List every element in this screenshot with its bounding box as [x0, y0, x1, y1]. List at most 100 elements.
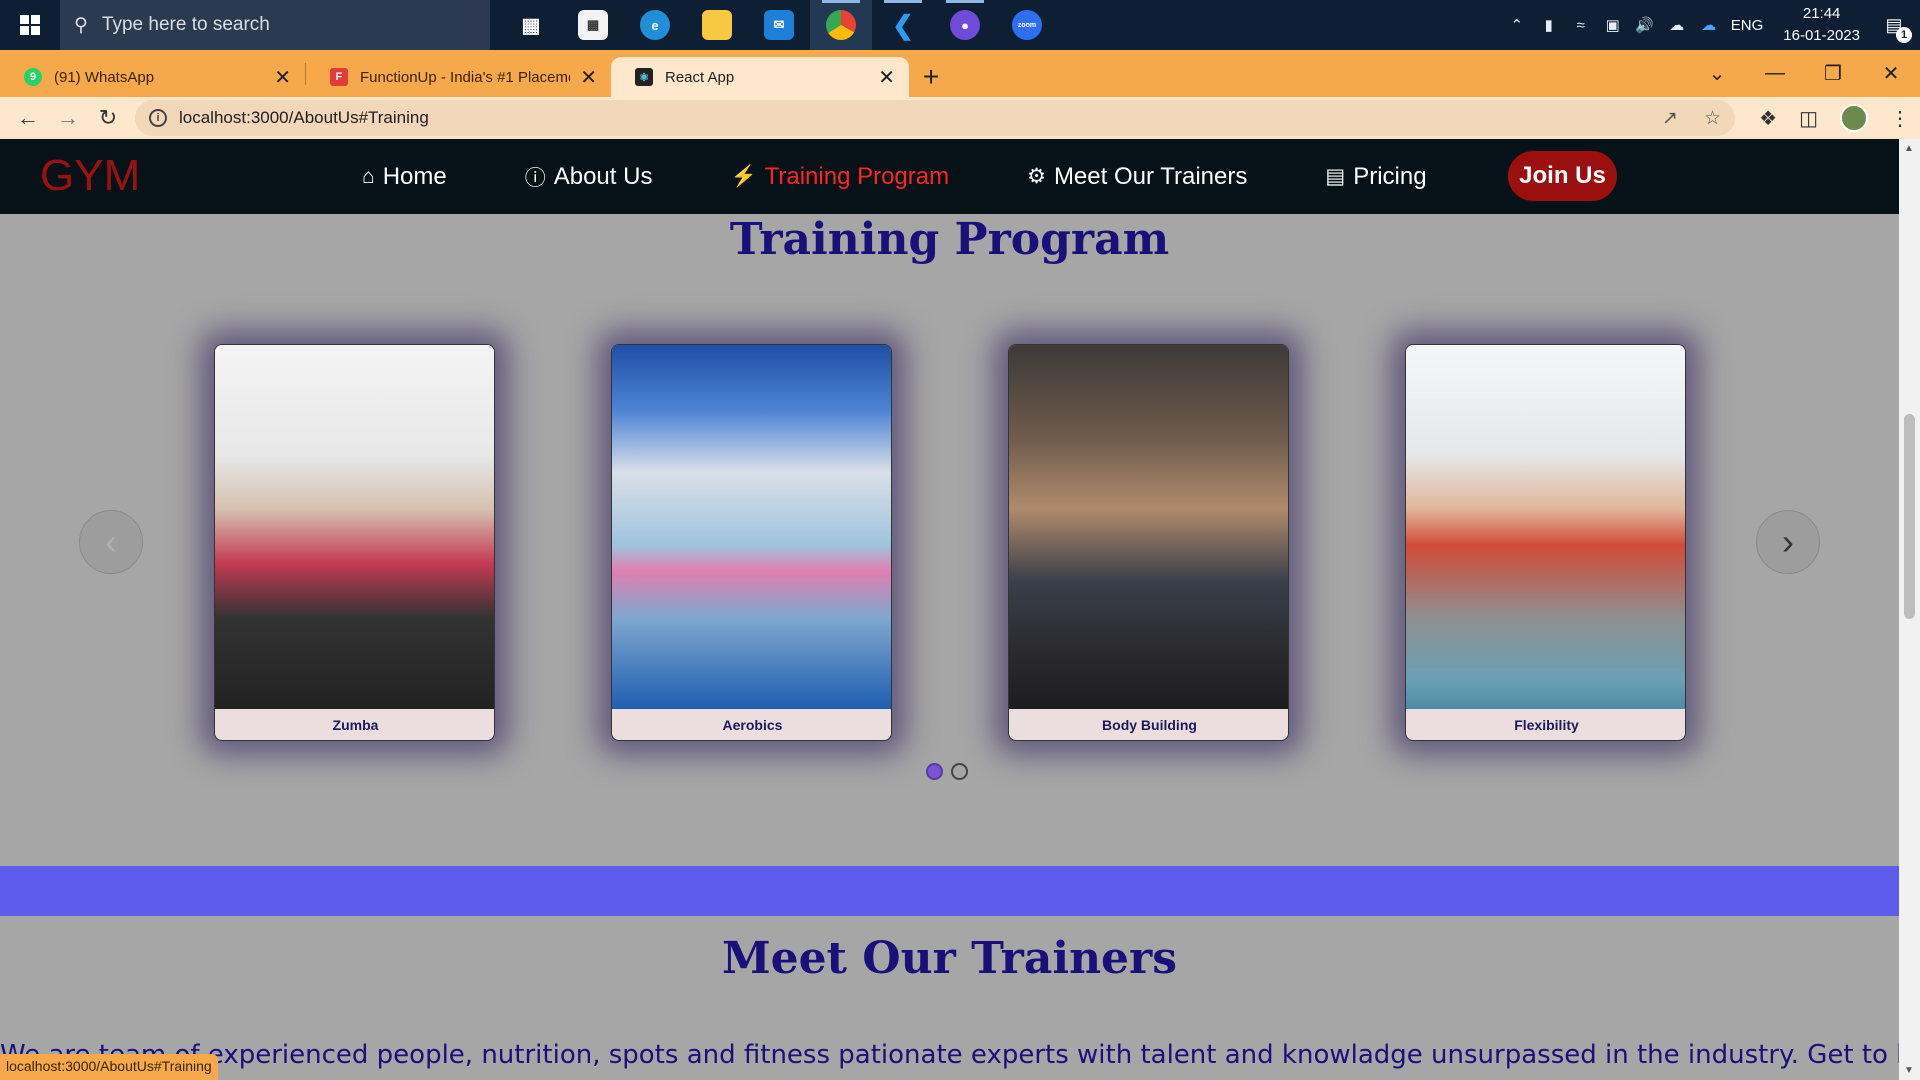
store-icon: ▦ — [578, 10, 608, 40]
nav-pricing[interactable]: ▤ Pricing — [1325, 163, 1426, 191]
zoom-icon: zoom — [1012, 10, 1042, 40]
onedrive-icon[interactable]: ☁ — [1667, 17, 1687, 34]
functionup-icon: F — [330, 68, 348, 86]
chrome-button[interactable] — [810, 0, 872, 50]
vscode-icon: ❮ — [892, 9, 914, 40]
new-tab-button[interactable]: + — [909, 57, 953, 97]
scroll-up-icon[interactable]: ▲ — [1904, 143, 1914, 154]
program-caption: Flexibility — [1514, 717, 1579, 733]
plus-icon: + — [922, 61, 940, 92]
trainers-description: We are team of experienced people, nutri… — [0, 1040, 1899, 1070]
nav-about-us[interactable]: ⓘ About Us — [525, 162, 653, 192]
browser-toolbar: ← → ↻ i localhost:3000/AboutUs#Training … — [0, 97, 1920, 139]
info-icon: ⓘ — [524, 166, 546, 190]
tab-search-icon[interactable]: ⌄ — [1688, 61, 1746, 86]
home-icon: ⌂ — [362, 164, 375, 188]
battery-icon[interactable]: ▮ — [1539, 17, 1559, 34]
section-divider-band — [0, 866, 1899, 916]
reload-icon[interactable]: ↻ — [88, 105, 128, 131]
program-caption: Body Building — [1102, 717, 1197, 733]
carousel-prev-button[interactable]: ‹ — [79, 510, 143, 574]
folder-icon — [702, 10, 732, 40]
forward-icon[interactable]: → — [48, 105, 88, 131]
language-indicator[interactable]: ENG — [1731, 17, 1764, 34]
nav-links: ⌂ Home ⓘ About Us ⚡ Training Program ⚙ M… — [362, 139, 1505, 214]
close-window-button[interactable]: ✕ — [1862, 61, 1920, 86]
system-tray: ⌃ ▮ ≈ ▣ 🔊 ☁ ☁ ENG 21:44 16-01-2023 ▤ 1 — [1507, 0, 1920, 50]
taskbar-search[interactable]: ⚲ Type here to search — [60, 0, 490, 50]
site-info-icon[interactable]: i — [149, 109, 167, 127]
vscode-button[interactable]: ❮ — [872, 0, 934, 50]
tab-whatsapp[interactable]: 9 (91) WhatsApp ✕ — [0, 57, 305, 97]
nav-label: Training Program — [764, 162, 950, 190]
nav-label: Home — [382, 162, 447, 190]
aerobics-image — [612, 345, 891, 709]
body-building-image — [1009, 345, 1288, 709]
meet-now-icon[interactable]: ▣ — [1603, 17, 1623, 34]
carousel-dot-1[interactable] — [926, 763, 943, 780]
program-card-zumba[interactable]: Zumba — [214, 344, 495, 741]
tab-react-app[interactable]: ⚛ React App ✕ — [611, 57, 909, 97]
windows-icon — [20, 15, 40, 35]
search-icon: ⚲ — [74, 14, 88, 36]
taskbar-apps: ▦ ▦ e ✉ ❮ ● zoom — [500, 0, 1058, 50]
clock-time: 21:44 — [1802, 5, 1841, 22]
trainers-section: Meet Our Trainers We are team of experie… — [0, 916, 1899, 1080]
clock[interactable]: 21:44 16-01-2023 — [1783, 3, 1860, 47]
minimize-button[interactable]: — — [1746, 62, 1804, 85]
program-card-body-building[interactable]: Body Building — [1008, 344, 1289, 741]
share-icon[interactable]: ↗ — [1662, 107, 1678, 130]
fire-icon: ⚡ — [730, 164, 757, 188]
address-url[interactable]: localhost:3000/AboutUs#Training — [179, 108, 429, 128]
address-bar[interactable]: i localhost:3000/AboutUs#Training ↗ ☆ — [135, 100, 1735, 136]
page-scrollbar[interactable]: ▲ ▼ — [1899, 139, 1920, 1080]
tab-functionup[interactable]: F FunctionUp - India's #1 Placemer ✕ — [306, 57, 611, 97]
meet-our-trainers-title: Meet Our Trainers — [721, 933, 1178, 984]
program-caption: Aerobics — [722, 717, 783, 733]
web-page: GYM ⌂ Home ⓘ About Us ⚡ Training Program… — [0, 139, 1899, 1080]
nav-label: About Us — [553, 162, 653, 190]
store-button[interactable]: ▦ — [562, 0, 624, 50]
close-icon[interactable]: ✕ — [878, 65, 895, 90]
back-icon[interactable]: ← — [8, 105, 48, 131]
notification-count: 1 — [1896, 27, 1912, 43]
nav-training-program[interactable]: ⚡ Training Program — [730, 163, 949, 191]
scrollbar-thumb[interactable] — [1904, 414, 1915, 619]
program-card-aerobics[interactable]: Aerobics — [611, 344, 892, 741]
zumba-image — [215, 345, 494, 709]
nav-home[interactable]: ⌂ Home — [362, 163, 447, 191]
program-card-flexibility[interactable]: Flexibility — [1405, 344, 1686, 741]
task-view-icon: ▦ — [521, 14, 541, 37]
close-icon[interactable]: ✕ — [274, 65, 291, 90]
onedrive-blue-icon[interactable]: ☁ — [1699, 17, 1719, 34]
close-icon[interactable]: ✕ — [580, 65, 597, 90]
start-button[interactable] — [0, 0, 60, 50]
profile-avatar[interactable] — [1840, 104, 1868, 132]
join-us-button[interactable]: Join Us — [1508, 151, 1617, 201]
github-icon: ● — [950, 10, 980, 40]
notification-center-button[interactable]: ▤ 1 — [1880, 11, 1912, 43]
side-panel-icon[interactable]: ◫ — [1799, 106, 1818, 131]
chevron-up-icon[interactable]: ⌃ — [1507, 17, 1527, 34]
menu-kebab-icon[interactable]: ⋮ — [1890, 106, 1910, 131]
mail-button[interactable]: ✉ — [748, 0, 810, 50]
network-icon[interactable]: ≈ — [1571, 17, 1591, 34]
scroll-down-icon[interactable]: ▼ — [1904, 1065, 1914, 1076]
volume-icon[interactable]: 🔊 — [1635, 17, 1655, 34]
bookmark-star-icon[interactable]: ☆ — [1704, 107, 1721, 130]
program-caption: Zumba — [332, 717, 379, 733]
brand-logo[interactable]: GYM — [40, 151, 140, 201]
edge-button[interactable]: e — [624, 0, 686, 50]
site-navbar: GYM ⌂ Home ⓘ About Us ⚡ Training Program… — [0, 139, 1899, 214]
nav-meet-our-trainers[interactable]: ⚙ Meet Our Trainers — [1027, 163, 1247, 191]
task-view-button[interactable]: ▦ — [500, 0, 562, 50]
card-icon: ▤ — [1325, 165, 1346, 188]
carousel-dot-2[interactable] — [951, 763, 968, 780]
github-button[interactable]: ● — [934, 0, 996, 50]
file-explorer-button[interactable] — [686, 0, 748, 50]
extensions-icon[interactable]: ❖ — [1759, 106, 1777, 131]
carousel-next-button[interactable]: › — [1756, 510, 1820, 574]
restore-button[interactable]: ❐ — [1804, 61, 1862, 86]
zoom-button[interactable]: zoom — [996, 0, 1058, 50]
taskbar-search-placeholder: Type here to search — [101, 14, 270, 35]
